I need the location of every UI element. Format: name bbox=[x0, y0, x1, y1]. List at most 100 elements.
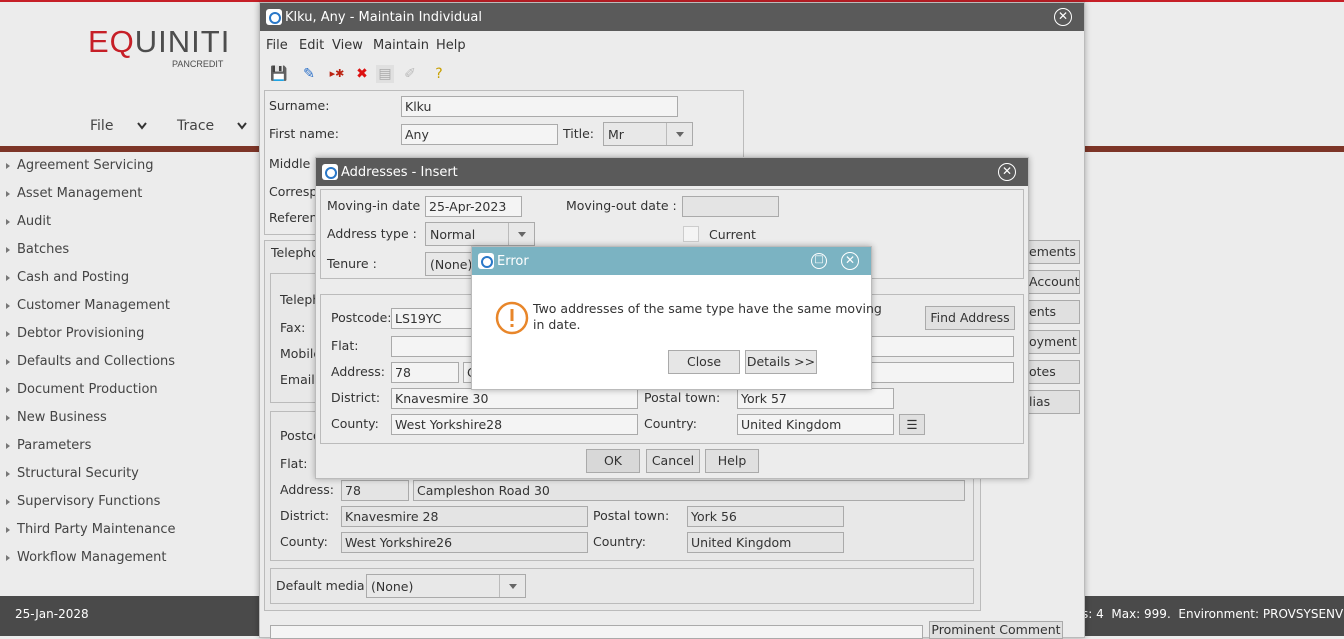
firstname-field[interactable]: Any bbox=[401, 124, 558, 145]
save-icon[interactable]: 💾 bbox=[270, 65, 288, 83]
eraser-icon[interactable]: ✐ bbox=[401, 65, 419, 83]
prominent-comment-button[interactable]: Prominent Comment bbox=[929, 621, 1063, 639]
side-button-alias[interactable]: lias bbox=[1020, 390, 1080, 414]
sidebar-item-label: New Business bbox=[17, 410, 107, 425]
maximize-icon[interactable]: □ bbox=[811, 253, 827, 269]
postal-town-field[interactable]: York 56 bbox=[687, 506, 844, 527]
side-button-agreements[interactable]: ements bbox=[1020, 240, 1080, 264]
edit-icon[interactable]: ✎ bbox=[300, 65, 318, 83]
footer-status: s: 4 Max: 999. Environment: PROVSYSENV bbox=[1082, 607, 1344, 621]
county-field[interactable]: West Yorkshire26 bbox=[341, 532, 588, 553]
sidebar-item-defaults-and-collections[interactable]: Defaults and Collections bbox=[6, 354, 175, 369]
sidebar-item-customer-management[interactable]: Customer Management bbox=[6, 298, 170, 313]
ok-button[interactable]: OK bbox=[586, 449, 640, 473]
district-field[interactable]: Knavesmire 28 bbox=[341, 506, 588, 527]
close-icon[interactable]: ✕ bbox=[841, 252, 859, 270]
district-field[interactable]: Knavesmire 30 bbox=[391, 388, 638, 409]
close-button[interactable]: Close bbox=[668, 350, 740, 374]
find-address-button[interactable]: Find Address bbox=[925, 306, 1015, 330]
chevron-down-icon[interactable] bbox=[237, 122, 247, 130]
address-label: Address: bbox=[280, 482, 334, 497]
address-street-field[interactable]: Campleshon Road 30 bbox=[413, 480, 965, 501]
country-label: Country: bbox=[593, 534, 646, 549]
surname-label: Surname: bbox=[269, 98, 330, 113]
postal-town-label: Postal town: bbox=[644, 390, 721, 405]
address-type-label: Address type : bbox=[327, 226, 417, 241]
close-icon[interactable]: ✕ bbox=[1054, 8, 1072, 26]
country-field[interactable]: United Kingdom bbox=[737, 414, 894, 435]
postal-town-field[interactable]: York 57 bbox=[737, 388, 894, 409]
postal-town-label: Postal town: bbox=[593, 508, 670, 523]
flat-label: Flat: bbox=[280, 456, 308, 471]
sidebar-item-asset-management[interactable]: Asset Management bbox=[6, 186, 142, 201]
menu-help[interactable]: Help bbox=[436, 38, 466, 53]
county-field[interactable]: West Yorkshire28 bbox=[391, 414, 638, 435]
sidebar-item-audit[interactable]: Audit bbox=[6, 214, 51, 229]
chevron-down-icon bbox=[666, 123, 692, 145]
flat-label: Flat: bbox=[331, 338, 359, 353]
fax-label: Fax: bbox=[280, 320, 306, 335]
tenure-label: Tenure : bbox=[327, 256, 377, 271]
title-select-value: Mr bbox=[608, 127, 624, 142]
details-button[interactable]: Details >> bbox=[745, 350, 817, 374]
sidebar-item-third-party-maintenance[interactable]: Third Party Maintenance bbox=[6, 522, 176, 537]
app-icon bbox=[266, 9, 282, 25]
error-title: Error bbox=[497, 253, 529, 269]
delete-icon[interactable]: ✖ bbox=[353, 65, 371, 83]
sidebar-item-batches[interactable]: Batches bbox=[6, 242, 69, 257]
menu-view[interactable]: View bbox=[332, 38, 363, 53]
sidebar-item-workflow-management[interactable]: Workflow Management bbox=[6, 550, 166, 565]
county-label: County: bbox=[280, 534, 328, 549]
menu-maintain[interactable]: Maintain bbox=[373, 38, 429, 53]
sidebar-item-supervisory-functions[interactable]: Supervisory Functions bbox=[6, 494, 160, 509]
side-button-account[interactable]: Account bbox=[1020, 270, 1080, 294]
moving-in-field[interactable]: 25-Apr-2023 bbox=[425, 196, 522, 217]
postcode-field[interactable]: LS19YC bbox=[391, 308, 481, 329]
logo: EQUINITI bbox=[88, 24, 231, 59]
current-checkbox[interactable] bbox=[683, 226, 699, 242]
menu-file[interactable]: File bbox=[266, 38, 288, 53]
tab-telephone[interactable]: Telepho bbox=[271, 245, 319, 260]
side-button-employment[interactable]: oyment bbox=[1020, 330, 1080, 354]
country-field[interactable]: United Kingdom bbox=[687, 532, 844, 553]
help-icon[interactable]: ? bbox=[430, 65, 448, 83]
sidebar-item-parameters[interactable]: Parameters bbox=[6, 438, 91, 453]
address-type-select[interactable]: Normal bbox=[425, 222, 535, 246]
sidebar-item-label: Third Party Maintenance bbox=[17, 522, 176, 537]
copy-icon[interactable]: ▤ bbox=[376, 65, 394, 83]
sidebar-item-label: Workflow Management bbox=[17, 550, 167, 565]
window-titlebar: Klku, Any - Maintain Individual ✕ bbox=[260, 3, 1084, 31]
list-icon[interactable]: ☰ bbox=[899, 414, 925, 435]
insert-icon[interactable]: ▸✱ bbox=[328, 65, 346, 83]
surname-field[interactable]: Klku bbox=[401, 96, 678, 117]
close-icon[interactable]: ✕ bbox=[998, 163, 1016, 181]
chevron-down-icon[interactable] bbox=[137, 122, 147, 130]
moving-out-label: Moving-out date : bbox=[566, 198, 677, 213]
error-dialog: Error □ ✕ Two addresses of the same type… bbox=[471, 246, 882, 390]
help-button[interactable]: Help bbox=[705, 449, 759, 473]
address-number-field[interactable]: 78 bbox=[391, 362, 459, 383]
app-icon bbox=[478, 253, 494, 269]
footer-date: 25-Jan-2028 bbox=[15, 607, 89, 621]
sidebar-item-new-business[interactable]: New Business bbox=[6, 410, 107, 425]
sidebar-item-agreement-servicing[interactable]: Agreement Servicing bbox=[6, 158, 153, 173]
moving-out-field[interactable] bbox=[682, 196, 779, 217]
country-label: Country: bbox=[644, 416, 697, 431]
default-media-select[interactable]: (None) bbox=[366, 574, 526, 598]
side-button-payments[interactable]: ents bbox=[1020, 300, 1080, 324]
sidebar-item-structural-security[interactable]: Structural Security bbox=[6, 466, 139, 481]
menu-edit[interactable]: Edit bbox=[299, 38, 324, 53]
cancel-button[interactable]: Cancel bbox=[646, 449, 700, 473]
current-label: Current bbox=[709, 227, 756, 242]
sidebar-item-debtor-provisioning[interactable]: Debtor Provisioning bbox=[6, 326, 144, 341]
title-select[interactable]: Mr bbox=[603, 122, 693, 146]
district-label: District: bbox=[331, 390, 381, 405]
comment-field[interactable] bbox=[270, 625, 923, 639]
sidebar-item-cash-and-posting[interactable]: Cash and Posting bbox=[6, 270, 129, 285]
error-titlebar: Error □ ✕ bbox=[472, 247, 871, 275]
sidebar-item-document-production[interactable]: Document Production bbox=[6, 382, 158, 397]
top-menu-file[interactable]: File bbox=[90, 118, 113, 134]
address-number-field[interactable]: 78 bbox=[341, 480, 409, 501]
top-menu-trace[interactable]: Trace bbox=[177, 118, 214, 134]
side-button-notes[interactable]: otes bbox=[1020, 360, 1080, 384]
